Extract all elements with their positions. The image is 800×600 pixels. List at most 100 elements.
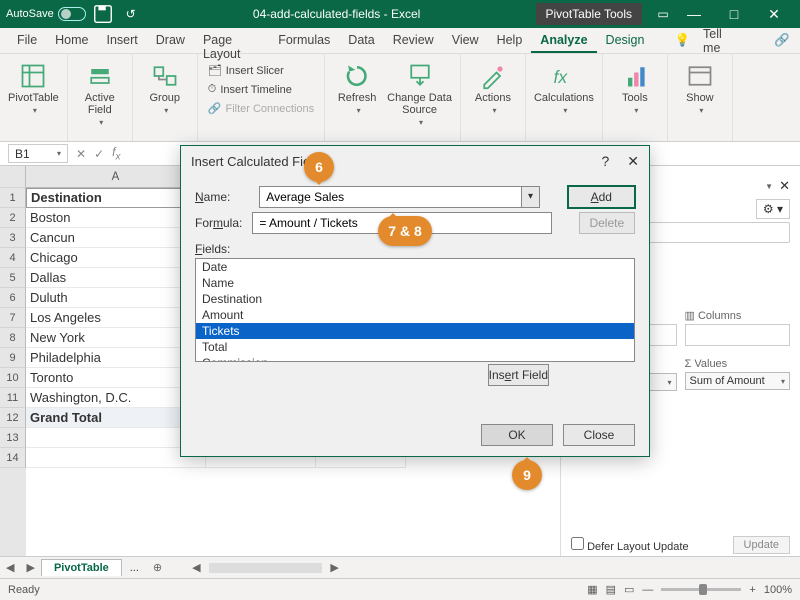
defer-layout-checkbox[interactable]: Defer Layout Update — [571, 537, 689, 553]
sheet-tab-pivottable[interactable]: PivotTable — [41, 559, 122, 576]
cell[interactable]: New York — [26, 328, 206, 348]
close-button[interactable]: Close — [563, 424, 635, 446]
cell[interactable]: Dallas — [26, 268, 206, 288]
row-header[interactable]: 4 — [0, 248, 26, 268]
row-header[interactable]: 7 — [0, 308, 26, 328]
tab-design[interactable]: Design — [597, 28, 654, 53]
cell[interactable]: Chicago — [26, 248, 206, 268]
tab-formulas[interactable]: Formulas — [269, 28, 339, 53]
insert-field-button[interactable]: Insert Field — [488, 364, 549, 386]
group-button[interactable]: Group▾ — [141, 58, 189, 115]
pane-dropdown-icon[interactable]: ▼ — [765, 182, 773, 191]
cell[interactable]: Boston — [26, 208, 206, 228]
fields-settings-button[interactable]: ⚙ ▾ — [756, 199, 790, 219]
insert-timeline-button[interactable]: ⏱Insert Timeline — [206, 81, 316, 98]
row-header[interactable]: 13 — [0, 428, 26, 448]
field-list-item[interactable]: Tickets — [196, 323, 634, 339]
view-page-break-icon[interactable]: ▭ — [624, 583, 634, 596]
name-input[interactable] — [259, 186, 522, 208]
actions-button[interactable]: Actions▾ — [469, 58, 517, 115]
name-dropdown-arrow[interactable]: ▾ — [522, 186, 540, 208]
zoom-level[interactable]: 100% — [764, 584, 792, 596]
close-window-button[interactable]: ✕ — [754, 6, 794, 23]
tab-draw[interactable]: Draw — [147, 28, 194, 53]
cell[interactable]: Washington, D.C. — [26, 388, 206, 408]
row-header[interactable]: 6 — [0, 288, 26, 308]
ribbon-display-icon[interactable]: ▭ — [652, 3, 674, 25]
tools-button[interactable]: Tools▾ — [611, 58, 659, 115]
row-header[interactable]: 11 — [0, 388, 26, 408]
row-header[interactable]: 5 — [0, 268, 26, 288]
refresh-button[interactable]: Refresh▾ — [333, 58, 381, 115]
tab-view[interactable]: View — [443, 28, 488, 53]
cell[interactable] — [26, 428, 206, 448]
tab-file[interactable]: File — [8, 28, 46, 53]
field-list-item[interactable]: Destination — [196, 291, 634, 307]
hscroll-right[interactable]: ▶ — [324, 561, 344, 574]
autosave-toggle[interactable]: AutoSave — [6, 7, 86, 21]
tab-data[interactable]: Data — [339, 28, 383, 53]
sheet-nav-next[interactable]: ▶ — [20, 561, 40, 574]
row-header[interactable]: 8 — [0, 328, 26, 348]
row-header[interactable]: 12 — [0, 408, 26, 428]
zoom-slider[interactable] — [661, 588, 741, 591]
new-sheet-button[interactable]: ⊕ — [147, 561, 168, 574]
zoom-in-button[interactable]: + — [749, 584, 755, 596]
view-normal-icon[interactable]: ▦ — [587, 583, 597, 596]
field-list-item[interactable]: Amount — [196, 307, 634, 323]
insert-slicer-button[interactable]: 🗂Insert Slicer — [206, 62, 316, 79]
field-list-item[interactable]: Name — [196, 275, 634, 291]
minimize-button[interactable]: — — [674, 6, 714, 22]
tab-home[interactable]: Home — [46, 28, 97, 53]
cell[interactable]: Philadelphia — [26, 348, 206, 368]
tell-me[interactable]: 💡 Tell me — [665, 28, 746, 53]
cell[interactable] — [26, 448, 206, 468]
calculations-button[interactable]: fxCalculations▾ — [534, 58, 594, 115]
fx-icon[interactable]: fx — [112, 145, 120, 162]
view-page-layout-icon[interactable]: ▤ — [606, 583, 616, 596]
change-data-source-button[interactable]: Change Data Source▾ — [387, 58, 452, 127]
row-header[interactable]: 10 — [0, 368, 26, 388]
field-list-item[interactable]: Commission — [196, 355, 634, 362]
cell[interactable]: Duluth — [26, 288, 206, 308]
hscroll-left[interactable]: ◀ — [186, 561, 206, 574]
share-button[interactable]: 🔗 — [764, 28, 800, 53]
cell[interactable]: Toronto — [26, 368, 206, 388]
field-list-item[interactable]: Total — [196, 339, 634, 355]
tab-insert[interactable]: Insert — [98, 28, 147, 53]
tab-review[interactable]: Review — [384, 28, 443, 53]
row-header[interactable]: 14 — [0, 448, 26, 468]
active-field-button[interactable]: Active Field▾ — [76, 58, 124, 127]
tab-analyze[interactable]: Analyze — [531, 28, 596, 53]
tab-page-layout[interactable]: Page Layout — [194, 28, 269, 53]
name-box[interactable]: B1▾ — [8, 144, 68, 163]
cell[interactable]: Destination▾ — [26, 188, 206, 208]
show-button[interactable]: Show▾ — [676, 58, 724, 115]
col-header-a[interactable]: A — [26, 166, 206, 188]
row-header[interactable]: 9 — [0, 348, 26, 368]
values-chip-sum-amount[interactable]: Sum of Amount▾ — [685, 372, 791, 390]
row-header[interactable]: 1 — [0, 188, 26, 208]
maximize-button[interactable]: □ — [714, 6, 754, 22]
pane-close-icon[interactable]: ✕ — [779, 178, 790, 194]
columns-drop-area[interactable] — [685, 324, 791, 346]
field-list-item[interactable]: Date — [196, 259, 634, 275]
dialog-close-icon[interactable]: ✕ — [627, 153, 639, 170]
zoom-out-button[interactable]: — — [642, 584, 653, 596]
ok-button[interactable]: OK — [481, 424, 553, 446]
pivottable-button[interactable]: PivotTable▾ — [8, 58, 59, 115]
row-header[interactable]: 3 — [0, 228, 26, 248]
cell[interactable]: Cancun — [26, 228, 206, 248]
cell[interactable]: Los Angeles — [26, 308, 206, 328]
hscrollbar[interactable] — [209, 563, 323, 573]
add-button[interactable]: Add — [568, 186, 636, 208]
fields-listbox[interactable]: DateNameDestinationAmountTicketsTotalCom… — [195, 258, 635, 362]
sheet-nav-prev[interactable]: ◀ — [0, 561, 20, 574]
cell[interactable]: Grand Total — [26, 408, 206, 428]
undo-redo-icon[interactable]: ↺ — [120, 3, 142, 25]
tab-help[interactable]: Help — [488, 28, 532, 53]
save-icon[interactable] — [92, 3, 114, 25]
row-header[interactable]: 2 — [0, 208, 26, 228]
sheet-tab-more[interactable]: ... — [122, 562, 147, 574]
dialog-help-button[interactable]: ? — [601, 153, 609, 170]
